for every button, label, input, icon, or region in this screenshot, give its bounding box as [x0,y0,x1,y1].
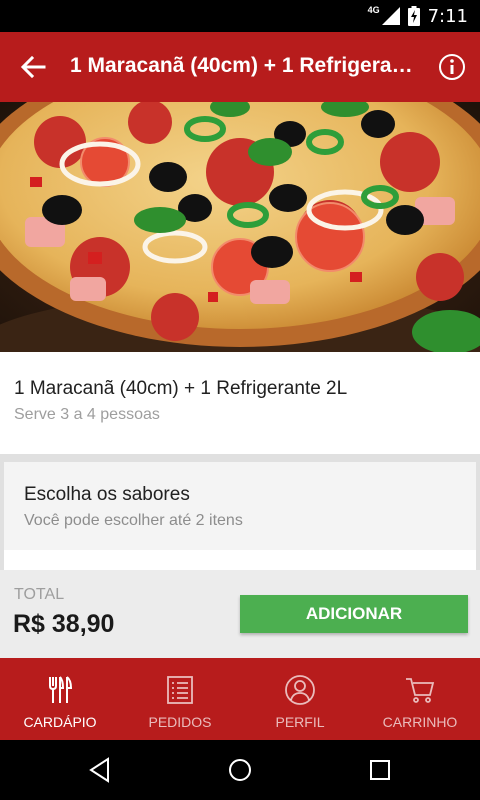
product-description: Serve 3 a 4 pessoas [14,406,160,423]
nav-label: PERFIL [275,714,325,730]
network-type: 4G [367,5,380,15]
battery-icon [407,6,420,26]
options-section: Escolha os sabores Você pode escolher at… [0,454,480,570]
options-heading: Escolha os sabores [24,484,190,505]
add-to-cart-button[interactable]: ADICIONAR [240,595,468,633]
flavor-selector[interactable]: Escolha os sabores Você pode escolher at… [4,462,476,570]
nav-label: CARDÁPIO [23,714,97,730]
total-bar: TOTAL R$ 38,90 ADICIONAR [0,570,480,658]
total-price: R$ 38,90 [13,610,115,638]
app-bar: 1 Maracanã (40cm) + 1 Refrigerante 2L [0,32,480,102]
back-triangle-icon[interactable] [86,756,114,784]
product-name: 1 Maracanã (40cm) + 1 Refrigerante 2L [14,378,348,399]
product-image [0,102,480,352]
recents-square-icon[interactable] [366,756,394,784]
user-icon [285,675,315,705]
fork-knife-icon [49,676,73,703]
pizza-illustration [0,102,480,352]
clock: 7:11 [427,5,468,27]
screen: 4G 7:11 1 Maracanã (40cm) + 1 Refrigeran… [0,0,480,800]
options-list-start [4,550,476,570]
nav-item-pedidos[interactable]: PEDIDOS [120,658,240,740]
cart-icon [406,678,435,703]
status-icons: 4G 7:11 [368,0,468,32]
status-bar: 4G 7:11 [0,0,480,32]
home-circle-icon[interactable] [226,756,254,784]
product-info: 1 Maracanã (40cm) + 1 Refrigerante 2L Se… [0,352,480,454]
arrow-left-icon[interactable] [18,52,48,82]
page-title: 1 Maracanã (40cm) + 1 Refrigerante 2L [70,54,420,77]
nav-label: CARRINHO [382,714,458,730]
nav-item-carrinho[interactable]: CARRINHO [360,658,480,740]
total-label: TOTAL [14,586,65,603]
options-subheading: Você pode escolher até 2 itens [24,512,243,529]
system-nav-bar [0,740,480,800]
bottom-nav: CARDÁPIO PEDIDOS PERFIL CARRINHO [0,658,480,740]
nav-label: PEDIDOS [148,714,212,730]
list-icon [167,676,193,704]
nav-item-cardapio[interactable]: CARDÁPIO [0,658,120,740]
nav-item-perfil[interactable]: PERFIL [240,658,360,740]
info-circle-icon[interactable] [438,53,466,81]
signal-icon [381,7,400,25]
